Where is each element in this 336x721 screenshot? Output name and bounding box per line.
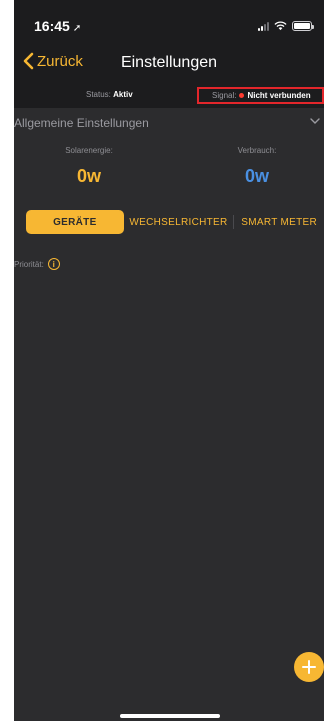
cellular-signal-icon [258, 21, 269, 31]
solar-energy-value: 0w [76, 166, 101, 186]
priority-row: Priorität: i [14, 258, 60, 270]
status-bar: 16:45 ➚ [14, 0, 324, 44]
add-button[interactable] [294, 652, 324, 682]
clock-time: 16:45 [34, 18, 70, 34]
home-indicator[interactable] [120, 714, 220, 718]
tab-smart-meter[interactable]: SMART METER [234, 210, 324, 234]
navigation-bar: Zurück Einstellungen [14, 44, 324, 84]
general-settings-header[interactable]: Allgemeine Einstellungen [14, 110, 324, 136]
priority-label: Priorität: [14, 259, 44, 269]
app-screen: 16:45 ➚ Zurück Einstellungen Status: Akti [14, 0, 324, 721]
device-status-value: Aktiv [113, 90, 133, 99]
solar-energy-label: Solarenergie: [65, 146, 113, 155]
system-icons [258, 21, 314, 31]
location-arrow-icon: ➚ [72, 23, 82, 34]
page-title: Einstellungen [120, 54, 218, 71]
signal-status: Signal: Nicht verbunden [197, 87, 324, 104]
consumption-label: Verbrauch: [237, 146, 277, 155]
plus-icon [302, 660, 316, 674]
general-settings-title: Allgemeine Einstellungen [14, 116, 149, 130]
signal-dot-icon [239, 93, 245, 98]
signal-status-label: Signal: [212, 91, 237, 100]
segmented-tabs: GERÄTE WECHSELRICHTER SMART METER [26, 210, 324, 234]
consumption-metric: Verbrauch: 0w [202, 146, 312, 187]
device-status-label: Status: [86, 90, 111, 99]
wifi-icon [274, 21, 287, 31]
tab-devices[interactable]: GERÄTE [26, 210, 124, 234]
solar-energy-metric: Solarenergie: 0w [34, 146, 144, 187]
clock: 16:45 ➚ [34, 18, 81, 34]
connection-status-row: Status: Aktiv Signal: Nicht verbunden [14, 84, 324, 108]
signal-status-value: Nicht verbunden [247, 91, 311, 100]
info-icon[interactable]: i [47, 258, 60, 270]
tab-inverter[interactable]: WECHSELRICHTER [124, 210, 234, 234]
battery-icon [292, 21, 314, 31]
chevron-down-icon [310, 118, 320, 124]
consumption-value: 0w [244, 166, 269, 186]
device-status: Status: Aktiv [86, 90, 133, 99]
